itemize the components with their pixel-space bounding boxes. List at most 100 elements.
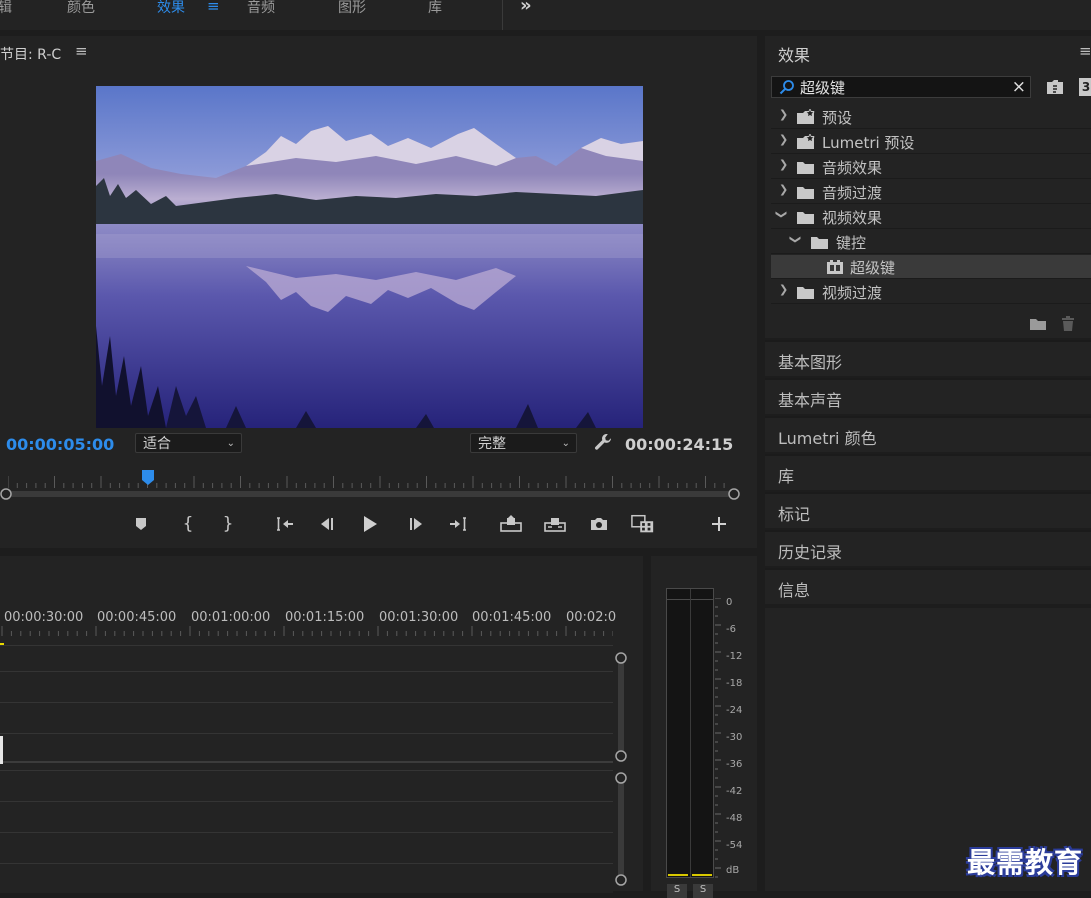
effects-tree-item-video-effects[interactable]: ❯ 视频效果 <box>771 205 1091 229</box>
effects-tree-item-keying[interactable]: ❯ 键控 <box>771 230 1091 254</box>
chevron-down-icon[interactable]: ❯ <box>789 235 802 244</box>
panel-libraries[interactable]: 库 <box>765 454 1091 490</box>
program-video-frame[interactable] <box>96 86 643 428</box>
playhead-marker[interactable] <box>141 470 154 486</box>
effects-menu-icon[interactable]: ≡ <box>1079 42 1091 60</box>
timeline-track[interactable] <box>0 770 613 800</box>
workspace-menu-icon[interactable]: ≡ <box>207 0 220 15</box>
go-to-out-icon[interactable] <box>446 512 470 536</box>
solo-left-button[interactable]: S <box>667 884 687 898</box>
workspace-tab-libraries[interactable]: 库 <box>428 0 442 17</box>
trash-icon[interactable] <box>1061 316 1075 336</box>
effects-tree-item-audio-transitions[interactable]: ❯ 音频过渡 <box>771 180 1091 204</box>
effects-tree-item-ultra-key[interactable]: 超级键 <box>771 255 1091 279</box>
effects-tree-label: 视频效果 <box>822 209 883 227</box>
db-label: 0 <box>726 597 733 608</box>
timeline-track[interactable] <box>0 832 613 862</box>
audio-meter-bar <box>666 588 714 878</box>
workspace-tab-color[interactable]: 颜色 <box>67 0 95 17</box>
timeline-track[interactable] <box>0 733 613 763</box>
step-back-icon[interactable] <box>315 512 339 536</box>
step-forward-icon[interactable] <box>404 512 428 536</box>
panel-markers[interactable]: 标记 <box>765 492 1091 528</box>
effects-tree-item-lumetri-presets[interactable]: ❯ Lumetri 预设 <box>771 130 1091 154</box>
chevron-right-icon[interactable]: ❯ <box>779 108 788 121</box>
chevron-right-icon[interactable]: ❯ <box>779 283 788 296</box>
playback-resolution-dropdown[interactable]: 完整 ⌄ <box>470 433 577 453</box>
effects-tree-label: Lumetri 预设 <box>822 134 915 152</box>
audio-tracks-scrollbar[interactable] <box>615 772 627 886</box>
chevron-right-icon[interactable]: ❯ <box>779 158 788 171</box>
accelerated-effects-icon[interactable]: 3 <box>1079 78 1091 96</box>
monitor-time-ruler[interactable] <box>8 472 733 488</box>
folder-icon <box>796 284 816 304</box>
effects-tree-item-presets[interactable]: ❯ 预设 <box>771 105 1091 129</box>
panel-title: 历史记录 <box>778 543 843 562</box>
timeline-timecode: 00:00:45:00 <box>97 610 177 625</box>
zoom-level-dropdown[interactable]: 适合 ⌄ <box>135 433 242 453</box>
workspace-tab-graphics[interactable]: 图形 <box>338 0 366 17</box>
effects-panel-title[interactable]: 效果 <box>778 42 810 66</box>
chevron-down-icon[interactable]: ❯ <box>775 210 788 219</box>
workspace-tab-audio[interactable]: 音频 <box>247 0 275 17</box>
panel-essential-graphics[interactable]: 基本图形 <box>765 340 1091 376</box>
timeline-timecode: 00:01:45:00 <box>472 610 552 625</box>
timeline-track[interactable] <box>0 801 613 831</box>
clear-search-icon[interactable]: × <box>1012 77 1026 97</box>
search-icon <box>779 79 795 99</box>
solo-right-button[interactable]: S <box>693 884 713 898</box>
timeline-track[interactable] <box>0 645 613 671</box>
timeline-track[interactable] <box>0 702 613 732</box>
workspace-tab-effects[interactable]: 效果 <box>157 0 185 17</box>
db-label: -18 <box>726 678 743 689</box>
panel-info[interactable]: 信息 <box>765 568 1091 604</box>
current-timecode[interactable]: 00:00:05:00 <box>6 435 114 454</box>
timeline-playhead[interactable] <box>0 736 3 764</box>
timeline-track[interactable] <box>0 671 613 701</box>
panel-lumetri-color[interactable]: Lumetri 颜色 <box>765 416 1091 452</box>
duration-timecode: 00:00:24:15 <box>625 435 734 454</box>
wrench-icon[interactable] <box>593 432 613 456</box>
timeline-timecode: 00:01:00:00 <box>191 610 271 625</box>
export-frame-icon[interactable] <box>587 512 611 536</box>
chevron-down-icon: ⌄ <box>561 438 570 449</box>
mark-in-icon[interactable]: { <box>176 512 200 536</box>
comparison-view-icon[interactable] <box>631 512 655 536</box>
workspace-overflow-icon[interactable]: » <box>520 0 532 16</box>
panel-history[interactable]: 历史记录 <box>765 530 1091 566</box>
effects-search-input[interactable] <box>800 77 1000 97</box>
monitor-zoom-scrollbar[interactable] <box>0 488 742 500</box>
panel-essential-sound[interactable]: 基本声音 <box>765 378 1091 414</box>
timeline-panel: 00:00:30:00 00:00:45:00 00:01:00:00 00:0… <box>0 556 643 893</box>
effects-tree-item-audio-effects[interactable]: ❯ 音频效果 <box>771 155 1091 179</box>
new-bin-icon[interactable] <box>1029 317 1047 335</box>
program-monitor-panel: 节目: R-C ≡ 00:00:05:00 适合 ⌄ 完整 ⌄ 00:00:24… <box>0 36 757 548</box>
db-label: -48 <box>726 813 743 824</box>
go-to-in-icon[interactable] <box>273 512 297 536</box>
program-monitor-title[interactable]: 节目: R-C <box>0 44 61 64</box>
panel-title: 标记 <box>778 505 811 524</box>
lift-icon[interactable] <box>499 512 523 536</box>
db-label: -6 <box>726 624 736 635</box>
audio-meter-panel: 0 -6 -12 -18 -24 -30 -36 -42 -48 -54 dB … <box>651 556 757 898</box>
extract-icon[interactable] <box>543 512 567 536</box>
play-icon[interactable] <box>358 512 382 536</box>
mark-out-icon[interactable]: } <box>216 512 240 536</box>
panel-title: 信息 <box>778 581 811 600</box>
chevron-right-icon[interactable]: ❯ <box>779 133 788 146</box>
program-menu-icon[interactable]: ≡ <box>75 42 88 60</box>
effects-tree-label: 视频过渡 <box>822 284 883 302</box>
timeline-track[interactable] <box>0 863 613 893</box>
effects-tree-item-video-transitions[interactable]: ❯ 视频过渡 <box>771 280 1091 304</box>
new-custom-bin-icon[interactable] <box>1045 78 1065 100</box>
add-marker-icon[interactable] <box>129 512 153 536</box>
timeline-ruler[interactable] <box>0 626 613 636</box>
playback-resolution-value: 完整 <box>478 436 506 452</box>
chevron-right-icon[interactable]: ❯ <box>779 183 788 196</box>
panel-title: 基本声音 <box>778 391 843 410</box>
add-button-icon[interactable] <box>707 512 731 536</box>
effects-panel: 效果 ≡ × 3 ❯ 预设 ❯ Lumetri 预设 ❯ 音频效果 ❯ 音频过渡… <box>765 36 1091 338</box>
chevron-down-icon: ⌄ <box>226 438 235 449</box>
workspace-tab-editing[interactable]: 辑 <box>0 0 12 17</box>
video-tracks-scrollbar[interactable] <box>615 652 627 762</box>
